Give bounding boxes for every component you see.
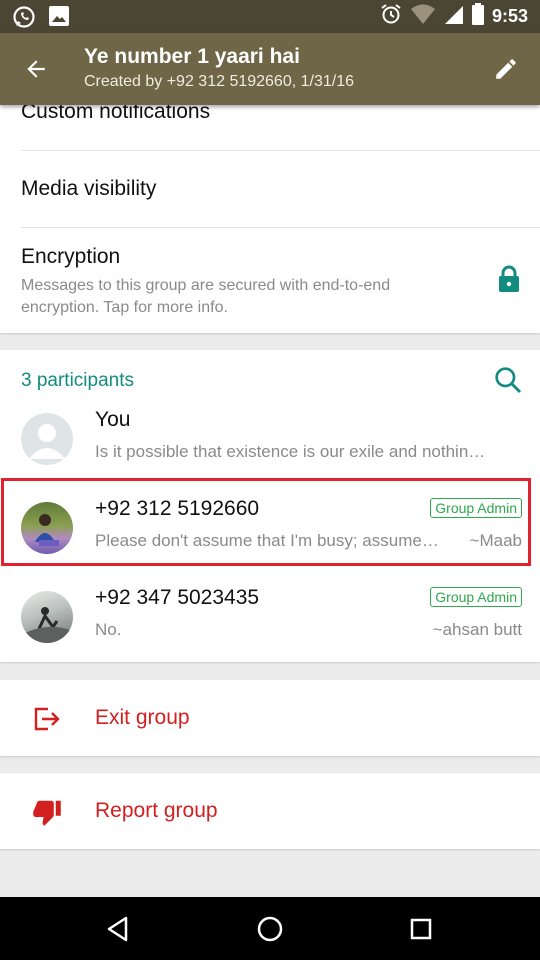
avatar [21,591,73,643]
square-recents-icon [410,918,432,940]
pencil-icon [496,59,516,79]
nav-home-button[interactable] [252,911,288,947]
avatar [21,413,73,465]
participant-status: No. [95,620,122,639]
participant-row-admin-1[interactable]: +92 312 5192660 Group Admin Please don't… [0,483,540,572]
app-bar: Ye number 1 yaari hai Created by +92 312… [0,33,540,105]
media-visibility-item[interactable]: Media visibility [21,177,156,201]
report-group-label: Report group [95,799,218,822]
exit-icon [32,704,62,734]
participant-name: You [95,408,131,431]
participant-status: Is it possible that existence is our exi… [95,442,486,461]
encryption-title: Encryption [21,245,121,268]
alarm-icon [380,3,402,30]
report-group-button[interactable]: Report group [0,773,540,849]
exit-group-label: Exit group [95,706,190,729]
nav-back-button[interactable] [100,911,136,947]
status-bar: 9:53 [0,0,540,33]
lock-icon [498,265,520,298]
triangle-back-icon [107,916,128,942]
participant-name: +92 347 5023435 [95,586,260,609]
search-icon [495,367,522,394]
divider [21,150,540,151]
exit-group-button[interactable]: Exit group [0,680,540,756]
search-participants-button[interactable] [492,364,524,396]
signal-icon [444,3,464,30]
nav-recents-button[interactable] [403,911,439,947]
back-button[interactable] [18,51,54,87]
battery-icon [471,3,484,30]
group-subtitle: Created by +92 312 5192660, 1/31/16 [84,73,354,90]
participant-nickname: ~Maab [469,531,522,550]
participant-name: +92 312 5192660 [95,497,260,520]
thumbs-down-icon [32,797,62,827]
participant-nickname: ~ahsan butt [432,620,522,639]
participants-count: 3 participants [21,370,135,391]
encryption-description: Messages to this group are secured with … [21,277,391,316]
group-admin-badge: Group Admin [430,587,522,607]
group-title-block[interactable]: Ye number 1 yaari hai Created by +92 312… [84,43,354,93]
participants-card: 3 participants You Is it possible that e… [0,350,540,662]
circle-home-icon [257,916,283,942]
participant-row-admin-2[interactable]: +92 347 5023435 Group Admin No. ~ahsan b… [0,572,540,661]
group-title: Ye number 1 yaari hai [84,45,300,68]
edit-button[interactable] [488,51,524,87]
participant-status: Please don't assume that I'm busy; assum… [95,531,439,550]
custom-notifications-item[interactable]: Custom notifications [21,105,210,124]
avatar [21,502,73,554]
arrow-back-icon [27,60,45,78]
wifi-icon [410,3,436,30]
group-settings-card: Custom notifications Media visibility En… [0,105,540,333]
image-icon [48,5,70,34]
navigation-bar [0,897,540,960]
group-admin-badge: Group Admin [430,498,522,518]
clock-time: 9:53 [491,6,528,26]
whatsapp-icon [12,5,36,34]
participant-row-you[interactable]: You Is it possible that existence is our… [0,394,540,483]
